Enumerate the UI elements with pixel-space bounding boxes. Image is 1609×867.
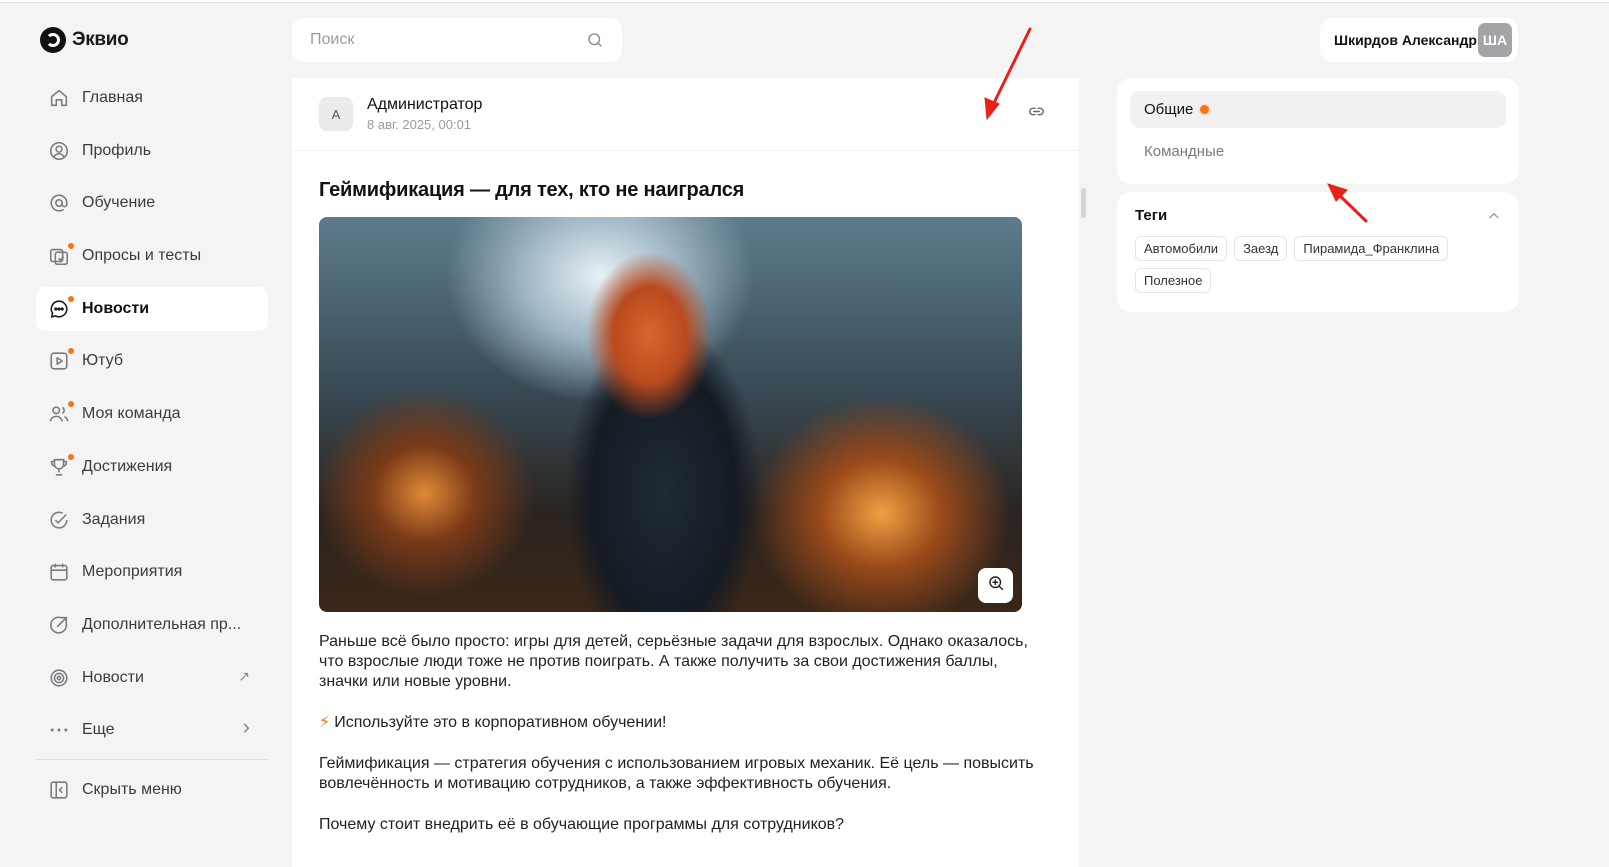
nav-list: Главная Профиль Обучение Опросы и тесты …: [36, 76, 268, 812]
sidebar-item-surveys[interactable]: Опросы и тесты: [36, 234, 268, 278]
feed-tab-label: Общие: [1144, 101, 1194, 118]
sidebar-item-news-external[interactable]: Новости ↗: [36, 656, 268, 700]
post-image[interactable]: [319, 217, 1022, 612]
sidebar-item-more[interactable]: Еще ›: [36, 708, 268, 752]
post-body: Геймификация — для тех, кто не наигрался…: [292, 151, 1079, 835]
sidebar-item-profile[interactable]: Профиль: [36, 129, 268, 173]
feed-tab-label: Командные: [1144, 143, 1225, 160]
sidebar-item-label: Главная: [82, 89, 143, 106]
sidebar-item-label: Профиль: [82, 141, 152, 159]
at-sign-icon: [48, 192, 70, 214]
tag-chip[interactable]: Полезное: [1135, 268, 1212, 293]
avatar: ША: [1478, 23, 1512, 57]
sidebar-item-home[interactable]: Главная: [36, 76, 268, 120]
author-name: Администратор: [367, 96, 483, 113]
feed-tab-general[interactable]: Общие: [1130, 91, 1506, 128]
sidebar-item-youtube[interactable]: Ютуб: [36, 339, 268, 383]
link-icon: [1027, 102, 1046, 126]
trophy-icon: [48, 453, 74, 478]
sidebar-item-label: Скрыть меню: [82, 780, 182, 798]
notification-dot: [68, 453, 74, 460]
tag-chip[interactable]: Заезд: [1234, 236, 1288, 261]
more-dots-icon: [48, 719, 70, 741]
user-circle-icon: [48, 140, 70, 162]
sidebar-item-learning[interactable]: Обучение: [36, 181, 268, 225]
chevron-right-icon: ›: [242, 714, 250, 740]
post-paragraph: Почему стоит внедрить её в обучающие про…: [319, 816, 845, 833]
sidebar-item-label: Задания: [82, 510, 146, 528]
zoom-image-button[interactable]: [978, 568, 1013, 603]
feed-selector: Общие Командные: [1117, 78, 1519, 184]
sidebar-item-team[interactable]: Моя команда: [36, 392, 268, 436]
brand-logo[interactable]: Эквио: [36, 22, 268, 58]
sidebar-item-label: Ютуб: [82, 352, 124, 370]
post-paragraph: Раньше всё было просто: игры для детей, …: [319, 633, 1028, 690]
post-title: Геймификация — для тех, кто не наигрался: [319, 179, 745, 201]
notification-dot: [68, 348, 74, 355]
tag-list: Автомобили Заезд Пирамида_Франклина Поле…: [1135, 236, 1501, 293]
post-header: А Администратор 8 авг. 2025, 00:01: [292, 78, 1079, 151]
search-icon[interactable]: [586, 31, 604, 49]
tag-chip[interactable]: Автомобили: [1135, 236, 1228, 261]
tags-header[interactable]: Теги: [1135, 207, 1501, 224]
brand-name: Эквио: [72, 29, 129, 50]
chevron-up-icon[interactable]: [1487, 209, 1501, 223]
sidebar-item-news[interactable]: Новости: [36, 286, 268, 331]
notification-dot: [68, 401, 74, 408]
sidebar-item-label: Обучение: [82, 194, 156, 212]
user-menu[interactable]: Шкирдов Александр ША: [1320, 18, 1518, 62]
post-date: 8 авг. 2025, 00:01: [367, 117, 472, 132]
calendar-icon: [48, 561, 70, 583]
top-border: [0, 0, 1609, 3]
sidebar-item-label: Опросы и тесты: [82, 247, 202, 265]
post-paragraph-callout: ⚡ Используйте это в корпоративном обучени…: [319, 713, 1051, 733]
sidebar-item-label: Новости: [82, 668, 144, 686]
copy-link-button[interactable]: [1021, 99, 1051, 129]
home-icon: [48, 87, 70, 109]
sidebar-item-tasks[interactable]: Задания: [36, 498, 268, 542]
sidebar-item-label: Достижения: [82, 457, 173, 475]
feed-tab-team[interactable]: Командные: [1130, 133, 1506, 170]
sidebar-item-label: Моя команда: [82, 405, 181, 423]
sidebar-item-label: Дополнительная пр...: [82, 615, 242, 633]
lightning-icon: ⚡: [319, 714, 331, 731]
sidebar-divider: [36, 758, 268, 760]
sidebar-item-label: Еще: [82, 721, 115, 739]
post-text: Раньше всё было просто: игры для детей, …: [319, 632, 1051, 835]
post-scrollbar[interactable]: [1081, 188, 1086, 218]
check-circle-icon: [48, 509, 70, 531]
author-block: Администратор 8 авг. 2025, 00:01: [367, 96, 482, 132]
target-icon: [48, 667, 70, 689]
author-avatar: А: [319, 97, 353, 131]
arrow-circle-icon: [48, 614, 70, 636]
user-name: Шкирдов Александр: [1334, 32, 1477, 48]
unread-dot: [1200, 105, 1210, 114]
tag-chip[interactable]: Пирамида_Франклина: [1294, 236, 1449, 261]
brand-logo-icon: [40, 27, 66, 53]
post-paragraph: Используйте это в корпоративном обучении…: [334, 714, 667, 731]
external-link-icon: ↗: [238, 667, 250, 684]
tags-title: Теги: [1135, 207, 1168, 224]
search-input[interactable]: [310, 31, 586, 49]
collapse-sidebar-icon: [48, 779, 70, 801]
zoom-in-icon: [987, 574, 1005, 597]
news-post: А Администратор 8 авг. 2025, 00:01 Гейми…: [292, 78, 1079, 867]
chat-bubble-icon: [48, 295, 74, 320]
sidebar-item-additional[interactable]: Дополнительная пр...: [36, 603, 268, 647]
tags-panel: Теги Автомобили Заезд Пирамида_Франклина…: [1117, 192, 1519, 312]
collapse-menu-button[interactable]: Скрыть меню: [36, 768, 268, 812]
team-icon: [48, 401, 74, 425]
post-paragraph: Геймификация — стратегия обучения с испо…: [319, 755, 1034, 792]
checklist-icon: [48, 243, 74, 267]
sidebar-item-events[interactable]: Мероприятия: [36, 550, 268, 594]
sidebar-item-label: Новости: [82, 299, 150, 317]
notification-dot: [68, 295, 74, 302]
sidebar-item-label: Мероприятия: [82, 563, 183, 581]
video-play-icon: [48, 348, 74, 372]
sidebar: Эквио Главная Профиль Обучение Опросы и …: [36, 22, 268, 821]
sidebar-item-achievements[interactable]: Достижения: [36, 445, 268, 489]
notification-dot: [68, 243, 74, 250]
search-bar: [292, 18, 622, 62]
